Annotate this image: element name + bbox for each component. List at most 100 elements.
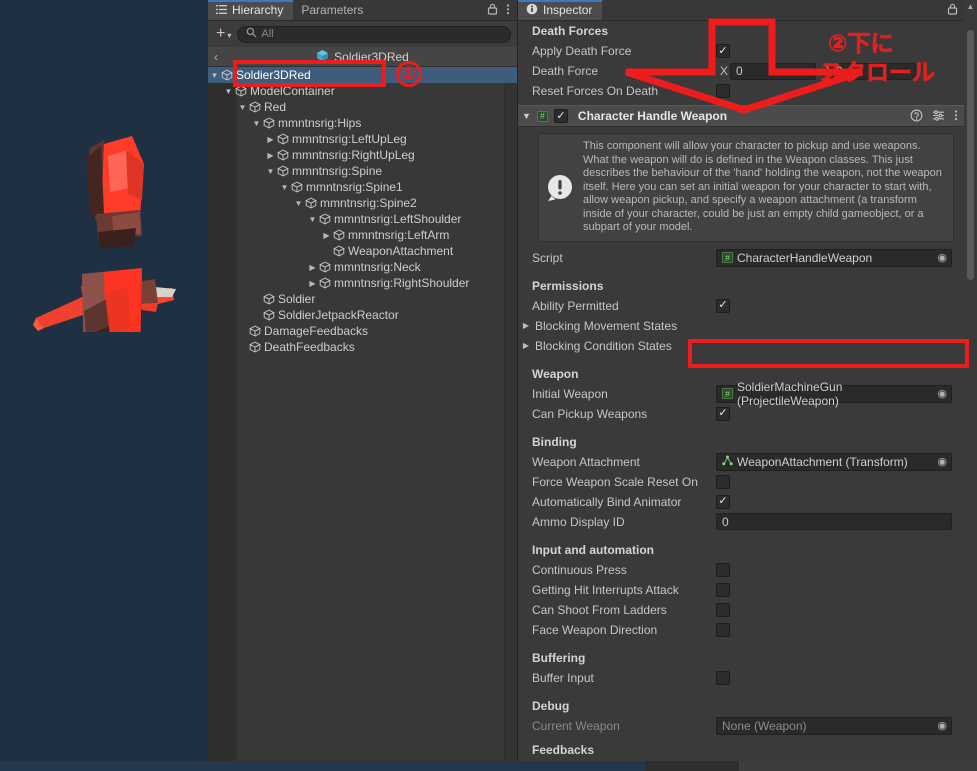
scene-view[interactable]: [0, 0, 208, 771]
weapon-attachment-object-field[interactable]: WeaponAttachment (Transform) ◉: [716, 452, 952, 471]
object-picker-icon[interactable]: ◉: [937, 387, 947, 400]
search-icon: [246, 27, 257, 41]
hierarchy-item-soldierjetpackreactor[interactable]: SoldierJetpackReactor: [208, 307, 517, 323]
hierarchy-item-mmntnsrig-hips[interactable]: ▼ mmntnsrig:Hips: [208, 115, 517, 131]
buffer-input-checkbox[interactable]: [716, 670, 730, 685]
component-enabled-checkbox[interactable]: ✓: [553, 109, 568, 123]
hierarchy-item-mmntnsrig-spine2[interactable]: ▼ mmntnsrig:Spine2: [208, 195, 517, 211]
initial-weapon-value: SoldierMachineGun (ProjectileWeapon): [737, 379, 843, 408]
hierarchy-item-mmntnsrig-spine1[interactable]: ▼ mmntnsrig:Spine1: [208, 179, 517, 195]
hierarchy-item-mmntnsrig-spine[interactable]: ▼ mmntnsrig:Spine: [208, 163, 517, 179]
ability-permitted-checkbox[interactable]: ✓: [716, 298, 730, 313]
tab-hierarchy[interactable]: Hierarchy: [208, 0, 294, 20]
death-force-x-input[interactable]: 0: [730, 62, 816, 80]
chevron-down-icon[interactable]: ▼: [307, 215, 318, 224]
chevron-down-icon[interactable]: ▼: [279, 183, 290, 192]
script-object-field[interactable]: # CharacterHandleWeapon ◉: [716, 248, 952, 267]
hierarchy-item-label: mmntnsrig:Spine: [292, 164, 383, 178]
hierarchy-item-label: mmntnsrig:LeftShoulder: [334, 212, 462, 226]
hierarchy-tree[interactable]: ▼ Soldier3DRed ▼ ModelContainer ▼ Red ▼ mmntnsr…: [208, 67, 517, 771]
component-title: Character Handle Weapon: [577, 109, 728, 123]
continuous-press-checkbox[interactable]: [716, 562, 730, 577]
gameobject-cube-icon: [276, 165, 289, 177]
soldier3dred-character-model: [33, 136, 176, 332]
hierarchy-item-soldier[interactable]: Soldier: [208, 291, 517, 307]
add-gameobject-button[interactable]: + ▾: [214, 26, 233, 42]
hierarchy-item-mmntnsrig-leftupleg[interactable]: ▶ mmntnsrig:LeftUpLeg: [208, 131, 517, 147]
kebab-menu-icon[interactable]: [506, 3, 510, 18]
hierarchy-item-weaponattachment[interactable]: WeaponAttachment: [208, 243, 517, 259]
chevron-down-icon[interactable]: ▼: [251, 119, 262, 128]
chevron-down-icon[interactable]: ▼: [237, 103, 248, 112]
row-ammo-display-id[interactable]: Ammo Display ID 0: [518, 512, 964, 532]
chevron-down-icon[interactable]: ▼: [223, 87, 234, 96]
hierarchy-item-mmntnsrig-leftarm[interactable]: ▶ mmntnsrig:LeftArm: [208, 227, 517, 243]
row-buffer-input[interactable]: Buffer Input: [518, 668, 964, 688]
row-label: Ammo Display ID: [532, 514, 625, 529]
hierarchy-item-mmntnsrig-rightupleg[interactable]: ▶ mmntnsrig:RightUpLeg: [208, 147, 517, 163]
row-automatically-bind-animator[interactable]: Automatically Bind Animator ✓: [518, 492, 964, 512]
can-pickup-weapons-checkbox[interactable]: ✓: [716, 406, 730, 421]
gameobject-cube-icon: [276, 133, 289, 145]
reset-forces-on-death-checkbox[interactable]: [716, 84, 730, 98]
initial-weapon-object-field[interactable]: # SoldierMachineGun (ProjectileWeapon) ◉: [716, 380, 952, 408]
kebab-menu-icon[interactable]: [954, 109, 958, 124]
chevron-right-icon[interactable]: ▶: [265, 135, 276, 144]
force-weapon-scale-reset-checkbox[interactable]: [716, 474, 730, 489]
hierarchy-item-red[interactable]: ▼ Red: [208, 99, 517, 115]
row-continuous-press[interactable]: Continuous Press: [518, 560, 964, 580]
row-can-shoot-from-ladders[interactable]: Can Shoot From Ladders: [518, 600, 964, 620]
component-header-character-handle-weapon[interactable]: ▼ # ✓ Character Handle Weapon: [518, 105, 964, 127]
hierarchy-item-deathfeedbacks[interactable]: DeathFeedbacks: [208, 339, 517, 355]
chevron-down-icon[interactable]: ▼: [265, 167, 276, 176]
scroll-up-arrow-icon[interactable]: ▲: [964, 0, 977, 11]
chevron-down-icon[interactable]: ▼: [209, 71, 220, 80]
tab-inspector[interactable]: Inspector: [518, 0, 603, 20]
hierarchy-item-damagefeedbacks[interactable]: DamageFeedbacks: [208, 323, 517, 339]
help-icon[interactable]: [910, 109, 923, 124]
row-script[interactable]: Script # CharacterHandleWeapon ◉: [518, 248, 964, 268]
hierarchy-item-mmntnsrig-leftshoulder[interactable]: ▼ mmntnsrig:LeftShoulder: [208, 211, 517, 227]
foldout-blocking-movement-states[interactable]: ▶ Blocking Movement States: [518, 316, 964, 336]
row-label: Continuous Press: [532, 562, 627, 577]
section-header-binding: Binding: [532, 434, 577, 449]
hierarchy-item-mmntnsrig-neck[interactable]: ▶ mmntnsrig:Neck: [208, 259, 517, 275]
row-force-weapon-scale-reset[interactable]: Force Weapon Scale Reset On: [518, 472, 964, 492]
ammo-display-id-input[interactable]: 0: [716, 513, 952, 530]
row-ability-permitted[interactable]: Ability Permitted ✓: [518, 296, 964, 316]
chevron-down-icon[interactable]: ▼: [522, 111, 531, 121]
tab-parameters[interactable]: Parameters: [293, 0, 373, 20]
inspector-content: Death Forces Apply Death Force ✓ Death F…: [518, 21, 977, 771]
gameobject-cube-icon: [248, 341, 261, 353]
breadcrumb-back-button[interactable]: ‹: [214, 50, 218, 64]
face-weapon-direction-checkbox[interactable]: [716, 622, 730, 637]
row-label: Buffer Input: [532, 670, 594, 685]
object-picker-icon[interactable]: ◉: [937, 455, 947, 468]
cs-script-icon: #: [536, 110, 548, 122]
row-weapon-attachment[interactable]: Weapon Attachment WeaponAttachment (Tran…: [518, 452, 964, 472]
chevron-down-icon[interactable]: ▼: [293, 199, 304, 208]
getting-hit-interrupts-attack-checkbox[interactable]: [716, 582, 730, 597]
chevron-right-icon[interactable]: ▶: [307, 263, 318, 272]
chevron-right-icon[interactable]: ▶: [307, 279, 318, 288]
can-shoot-from-ladders-checkbox[interactable]: [716, 602, 730, 617]
chevron-right-icon[interactable]: ▶: [321, 231, 332, 240]
row-face-weapon-direction[interactable]: Face Weapon Direction: [518, 620, 964, 640]
row-getting-hit-interrupts-attack[interactable]: Getting Hit Interrupts Attack: [518, 580, 964, 600]
search-input[interactable]: All: [237, 25, 511, 43]
apply-death-force-checkbox[interactable]: ✓: [716, 44, 730, 58]
hierarchy-item-label: DamageFeedbacks: [264, 324, 369, 338]
current-weapon-object-field: None (Weapon) ◉: [716, 716, 952, 735]
automatically-bind-animator-checkbox[interactable]: ✓: [716, 494, 730, 509]
hierarchy-item-mmntnsrig-rightshoulder[interactable]: ▶ mmntnsrig:RightShoulder: [208, 275, 517, 291]
object-picker-icon[interactable]: ◉: [937, 251, 947, 264]
row-label: Apply Death Force: [532, 44, 632, 58]
lock-icon[interactable]: [487, 3, 498, 17]
lock-icon[interactable]: [947, 3, 958, 17]
preset-icon[interactable]: [932, 109, 945, 124]
chevron-right-icon[interactable]: ▶: [265, 151, 276, 160]
row-label: Force Weapon Scale Reset On: [532, 474, 698, 489]
inspector-scrollbar[interactable]: ▲: [964, 0, 977, 771]
row-initial-weapon[interactable]: Initial Weapon # SoldierMachineGun (Proj…: [518, 380, 964, 408]
scrollbar-thumb[interactable]: [967, 30, 974, 280]
